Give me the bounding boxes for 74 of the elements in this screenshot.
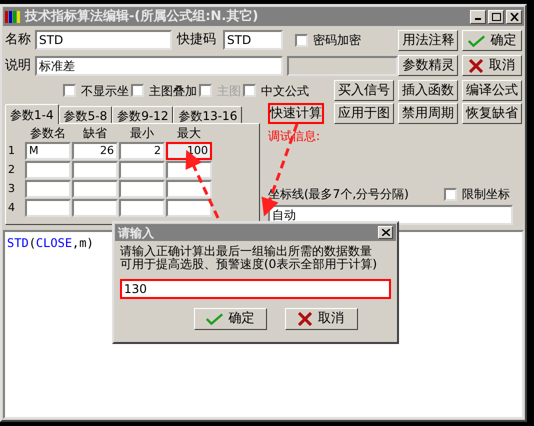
table-cell[interactable] <box>25 161 71 179</box>
minimize-button[interactable] <box>470 10 486 24</box>
checkbox-label: 中文公式 <box>261 82 309 100</box>
close-icon <box>510 12 518 20</box>
toolbar-button[interactable]: 恢复缺省 <box>462 103 522 124</box>
field-label: 名称 <box>5 31 32 50</box>
checkbox[interactable] <box>131 84 144 97</box>
row-number: 3 <box>8 181 16 197</box>
checkbox-label: 主图叠加 <box>149 82 197 100</box>
toolbar-button[interactable]: 编译公式 <box>462 80 522 101</box>
checkbox[interactable] <box>295 34 308 46</box>
ok-button[interactable]: 确定 <box>462 30 522 51</box>
row-number: 2 <box>8 162 16 178</box>
dialog-message: 请输入正确计算出最后一组输出所需的数据数量 <box>120 245 373 258</box>
table-cell[interactable] <box>166 180 212 198</box>
table-cell[interactable]: 26 <box>72 142 118 160</box>
table-cell[interactable] <box>25 199 71 217</box>
close-icon <box>382 229 390 236</box>
close-icon <box>469 58 484 72</box>
maximize-icon <box>492 12 500 20</box>
table-cell[interactable] <box>119 180 165 198</box>
code-line: STD(CLOSE,m) <box>7 235 94 252</box>
description-field[interactable]: 标准差 <box>35 56 283 76</box>
tab[interactable]: 参数5-8 <box>58 106 112 123</box>
table-cell[interactable]: 2 <box>119 142 165 160</box>
dialog-message: 可用于提高选股、预警速度(0表示全部用于计算) <box>120 258 378 271</box>
cancel-button[interactable]: 取消 <box>284 308 358 330</box>
toolbar-button[interactable]: 插入函数 <box>398 80 458 101</box>
name-field[interactable]: STD <box>35 30 172 50</box>
checkbox[interactable] <box>243 84 256 97</box>
tab[interactable]: 参数9-12 <box>112 106 174 123</box>
checkbox[interactable] <box>444 188 457 200</box>
table-cell[interactable] <box>166 199 212 217</box>
tab[interactable]: 参数13-16 <box>173 106 242 123</box>
table-cell[interactable] <box>72 199 118 217</box>
column-header: 缺省 <box>82 125 108 141</box>
table-cell[interactable] <box>119 199 165 217</box>
row-number: 4 <box>8 200 16 216</box>
field-label: 说明 <box>5 57 32 76</box>
table-cell[interactable]: M <box>25 142 71 160</box>
toolbar-button[interactable]: 快速计算 <box>268 103 324 124</box>
table-cell[interactable] <box>72 180 118 198</box>
table-cell[interactable]: 100 <box>166 142 212 160</box>
close-button[interactable] <box>378 226 393 239</box>
minimize-icon <box>475 18 481 20</box>
tab[interactable]: 参数1-4 <box>5 104 59 124</box>
window-title: 技术指标算法编辑-(所属公式组:N.其它) <box>25 8 258 26</box>
shortcut-field[interactable]: STD <box>223 30 283 50</box>
toolbar-button[interactable]: 用法注释 <box>398 30 458 51</box>
close-button[interactable] <box>506 10 522 24</box>
checkbox-label: 密码加密 <box>313 32 361 49</box>
column-header: 最小 <box>129 125 155 141</box>
column-header: 参数名 <box>29 125 67 141</box>
checkbox-label: 限制坐标 <box>462 186 510 203</box>
table-cell[interactable] <box>72 161 118 179</box>
close-icon <box>298 312 312 326</box>
field-label: 快捷码 <box>177 31 217 50</box>
checkbox[interactable] <box>63 84 76 97</box>
toolbar-button[interactable]: 禁用周期 <box>398 103 458 124</box>
table-cell[interactable] <box>25 180 71 198</box>
toolbar-button[interactable]: 买入信号 <box>334 80 394 101</box>
ok-button[interactable]: 确定 <box>194 308 266 330</box>
toolbar-button[interactable]: 参数精灵 <box>398 55 458 76</box>
table-cell[interactable] <box>119 161 165 179</box>
row-number: 1 <box>8 143 16 159</box>
checkbox-label: 不显示坐 <box>81 82 129 100</box>
number-field[interactable]: 130 <box>120 279 391 299</box>
app-icon <box>5 10 21 24</box>
check-icon <box>468 34 485 46</box>
maximize-button[interactable] <box>488 10 504 24</box>
toolbar-button[interactable]: 应用于图 <box>334 103 394 124</box>
column-header: 最大 <box>176 125 202 141</box>
cancel-button[interactable]: 取消 <box>462 55 522 76</box>
check-icon <box>206 313 222 325</box>
